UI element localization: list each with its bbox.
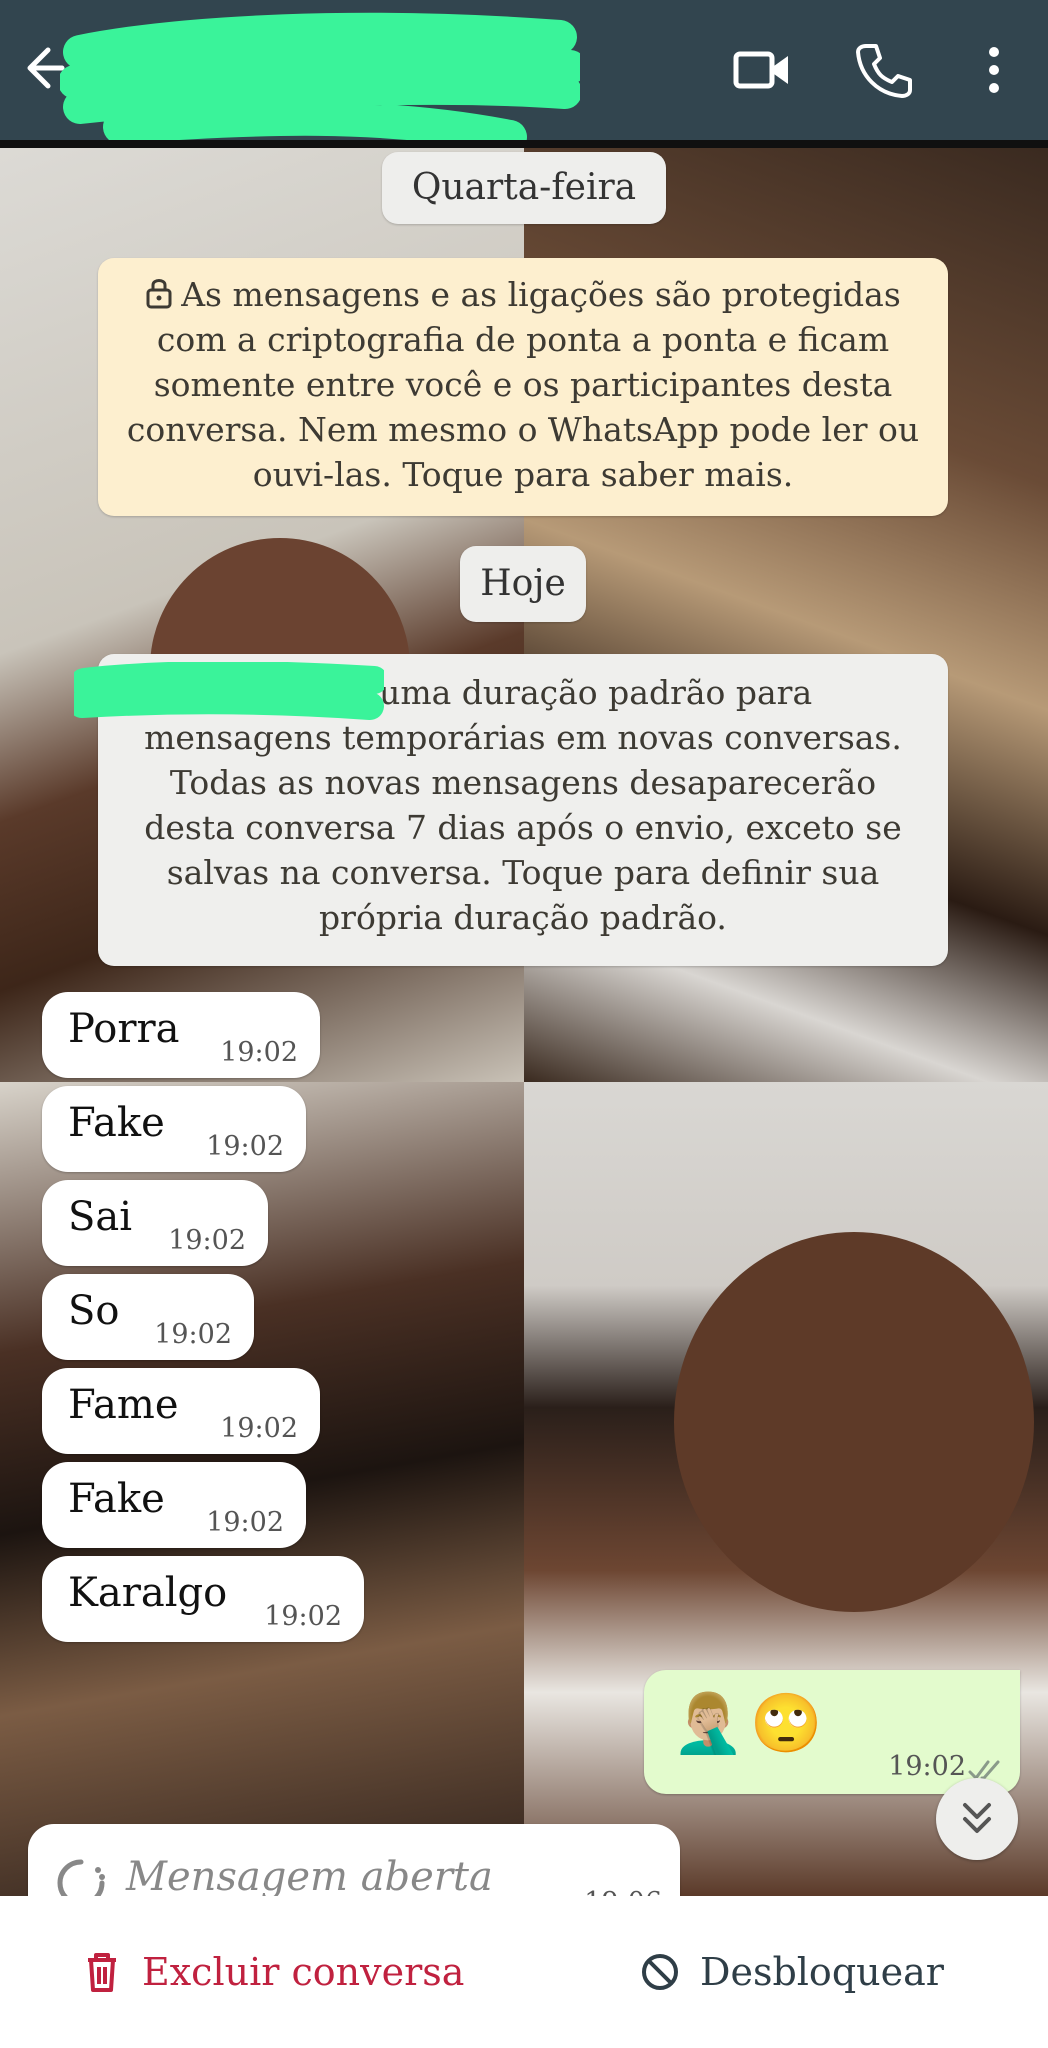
video-camera-icon[interactable] [730, 38, 794, 102]
date-divider: Quarta-feira [382, 152, 666, 224]
message-time: 19:02 [888, 1751, 966, 1782]
notice-text: ouvi-las. Toque para saber mais. [252, 455, 794, 494]
delete-chat-button[interactable]: Excluir conversa [82, 1944, 465, 2000]
notice-text: conversa. Nem mesmo o WhatsApp pode ler … [126, 410, 920, 449]
message-text: Porra [68, 1006, 180, 1052]
temporary-messages-notice[interactable]: sa uma duração padrão para mensagens tem… [74, 654, 948, 966]
message-time: 19:02 [220, 1413, 298, 1444]
name-redaction [74, 662, 384, 720]
notice-text: As mensagens e as ligações são protegida… [181, 275, 901, 314]
message-time: 19:02 [154, 1319, 232, 1350]
more-vertical-icon[interactable] [962, 38, 1026, 102]
notice-text: Todas as novas mensagens desaparecerão [169, 763, 877, 802]
message-time: 19:02 [206, 1131, 284, 1162]
incoming-message[interactable]: So 19:02 [42, 1274, 254, 1360]
phone-icon[interactable] [852, 38, 916, 102]
incoming-message[interactable]: Karalgo 19:02 [42, 1556, 364, 1642]
arrow-left-icon[interactable] [18, 40, 66, 96]
notice-text: desta conversa 7 dias após o envio, exce… [144, 808, 902, 847]
trash-icon [88, 1953, 116, 1992]
incoming-message[interactable]: Porra 19:02 [42, 992, 320, 1078]
unblock-label: Desbloquear [700, 1950, 944, 1994]
block-icon [642, 1954, 678, 1990]
message-text: So [68, 1288, 120, 1334]
message-time: 19:02 [168, 1225, 246, 1256]
message-text: Karalgo [68, 1570, 228, 1616]
message-text: Fame [68, 1382, 179, 1428]
loading-spinner-icon [57, 1859, 105, 1896]
header-divider [0, 140, 1048, 148]
bottom-action-bar: Excluir conversa Desbloquear [0, 1896, 1048, 2048]
chat-area[interactable]: Quarta-feira As mensagens e as ligações … [0, 148, 1048, 1896]
message-time: 19:06 [584, 1887, 662, 1896]
message-text: Sai [68, 1194, 133, 1240]
message-text: Mensagem aberta [126, 1854, 493, 1896]
date-divider: Hoje [460, 546, 586, 622]
message-text: Fake [68, 1100, 165, 1146]
outgoing-message[interactable]: 🤦🏼‍♂️ 🙄 19:02 [644, 1670, 1020, 1794]
lock-icon [146, 279, 172, 309]
message-time: 19:02 [264, 1601, 342, 1632]
double-chevron-down-icon [963, 1803, 991, 1833]
contact-name-redaction [60, 12, 580, 142]
notice-text: somente entre você e os participantes de… [153, 365, 893, 404]
incoming-message[interactable]: Fake 19:02 [42, 1086, 306, 1172]
unblock-button[interactable]: Desbloquear [640, 1944, 970, 2000]
incoming-message[interactable]: Fake 19:02 [42, 1462, 306, 1548]
view-once-message[interactable]: Mensagem aberta 19:06 [28, 1824, 680, 1896]
message-time: 19:02 [220, 1037, 298, 1068]
incoming-message[interactable]: Sai 19:02 [42, 1180, 268, 1266]
message-time: 19:02 [206, 1507, 284, 1538]
incoming-message[interactable]: Fame 19:02 [42, 1368, 320, 1454]
encryption-notice[interactable]: As mensagens e as ligações são protegida… [98, 258, 948, 516]
eye-roll-emoji: 🙄 [750, 1689, 823, 1757]
notice-text: com a criptografia de ponta a ponta e fi… [156, 320, 890, 359]
notice-text: salvas na conversa. Toque para definir s… [166, 853, 880, 892]
notice-text: própria duração padrão. [319, 898, 727, 937]
delete-chat-label: Excluir conversa [142, 1950, 465, 1994]
facepalm-emoji: 🤦🏼‍♂️ [672, 1689, 745, 1757]
message-text: Fake [68, 1476, 165, 1522]
scroll-to-bottom-button[interactable] [936, 1778, 1018, 1860]
chat-header [0, 0, 1048, 142]
